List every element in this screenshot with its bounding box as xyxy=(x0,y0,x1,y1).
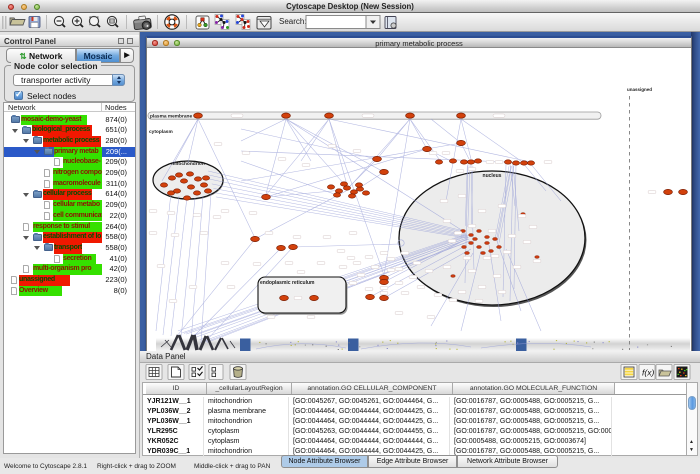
svg-text:nucleus: nucleus xyxy=(483,173,502,179)
svg-text:endoplasmic reticulum: endoplasmic reticulum xyxy=(260,280,315,286)
svg-text:mitochondrion: mitochondrion xyxy=(171,161,205,167)
svg-text:Search:: Search: xyxy=(279,17,307,26)
svg-text:cytoplasm: cytoplasm xyxy=(149,129,173,135)
svg-text:unassigned: unassigned xyxy=(627,87,652,92)
svg-text:plasma membrane: plasma membrane xyxy=(150,114,192,120)
svg-text:f(x): f(x) xyxy=(642,368,654,378)
